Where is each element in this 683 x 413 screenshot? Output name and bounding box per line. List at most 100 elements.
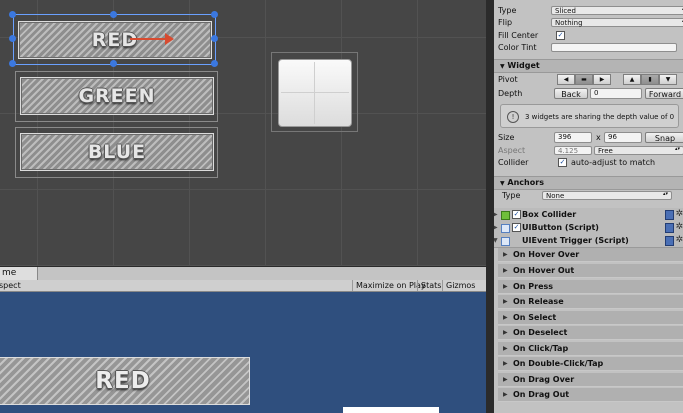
depth-info-text: 3 widgets are sharing the depth value of…	[525, 113, 675, 121]
snap-button[interactable]: Snap	[645, 132, 683, 143]
box-collider-enabled-checkbox[interactable]: ✓	[512, 210, 521, 219]
anchors-section-header[interactable]: ▼ Anchors	[494, 176, 683, 190]
resize-handle-tl[interactable]	[9, 11, 16, 18]
event-on-press[interactable]: ▶ On Press	[498, 280, 683, 294]
scene-blue-button-label: BLUE	[87, 141, 147, 163]
resize-handle-tc[interactable]	[110, 11, 117, 18]
flip-label: Flip	[498, 18, 513, 27]
sprite-type-dropdown[interactable]: Sliced	[551, 6, 683, 15]
event-label: On Drag Over	[513, 375, 575, 384]
flip-dropdown[interactable]: Nothing	[551, 18, 683, 27]
gear-icon[interactable]: ✲	[675, 234, 683, 247]
event-on-release[interactable]: ▶ On Release	[498, 295, 683, 309]
stats-toggle[interactable]: Stats	[417, 280, 444, 291]
collider-label: Collider	[498, 158, 529, 167]
component-box-collider[interactable]: ▶ ✓ Box Collider ✲	[494, 208, 683, 222]
help-book-icon[interactable]	[665, 223, 674, 233]
depth-forward-button[interactable]: Forward	[645, 88, 683, 99]
gear-icon[interactable]: ✲	[675, 208, 683, 221]
game-tab-bar: me	[0, 266, 486, 281]
event-label: On Deselect	[513, 328, 568, 337]
selection-rect	[13, 14, 216, 65]
depth-back-button[interactable]: Back	[554, 88, 588, 99]
expand-icon[interactable]: ▶	[494, 221, 498, 234]
size-x-label: x	[596, 133, 601, 142]
pivot-right-button[interactable]: ▶	[593, 74, 611, 85]
depth-field[interactable]: 0	[590, 88, 642, 99]
resize-handle-bl[interactable]	[9, 60, 16, 67]
event-on-double-click-tap[interactable]: ▶ On Double-Click/Tap	[498, 357, 683, 371]
component-uievent-trigger[interactable]: ▼ UIEvent Trigger (Script) ✲	[494, 234, 683, 248]
game-red-button[interactable]: RED	[0, 357, 250, 405]
resize-handle-tr[interactable]	[211, 11, 218, 18]
event-on-drag-out[interactable]: ▶ On Drag Out	[498, 388, 683, 402]
event-on-deselect[interactable]: ▶ On Deselect	[498, 326, 683, 340]
aspect-label: Aspect	[498, 146, 526, 155]
event-label: On Hover Out	[513, 266, 575, 275]
event-on-hover-over[interactable]: ▶ On Hover Over	[498, 248, 683, 262]
component-name: UIButton (Script)	[522, 223, 599, 232]
pivot-top-button[interactable]: ▲	[623, 74, 641, 85]
size-label: Size	[498, 133, 515, 142]
scene-blue-button[interactable]: BLUE	[20, 133, 214, 171]
anchors-collapse-icon: ▼	[500, 180, 505, 187]
type-label: Type	[498, 6, 517, 15]
expand-icon: ▶	[503, 314, 508, 321]
event-label: On Drag Out	[513, 390, 570, 399]
size-height-field[interactable]: 96	[604, 132, 642, 143]
game-toolbar: spect Maximize on Play Stats Gizmos	[0, 280, 486, 292]
pivot-bottom-button[interactable]: ▼	[659, 74, 677, 85]
component-uibutton[interactable]: ▶ ✓ UIButton (Script) ✲	[494, 221, 683, 235]
expand-icon: ▶	[503, 267, 508, 274]
inspector-panel: Type Sliced Flip Nothing Fill Center ✓ C…	[494, 0, 683, 413]
event-label: On Hover Over	[513, 250, 580, 259]
aspect-field: 4.125	[554, 146, 592, 155]
resize-handle-br[interactable]	[211, 60, 218, 67]
pivot-center-button[interactable]: ▬	[575, 74, 593, 85]
event-label: On Release	[513, 297, 564, 306]
widget-section-header[interactable]: ▼ Widget	[494, 59, 683, 73]
resize-handle-mr[interactable]	[211, 35, 218, 42]
collapse-icon[interactable]: ▼	[494, 234, 498, 247]
aspect-mode-dropdown[interactable]: Free	[594, 146, 683, 155]
help-book-icon[interactable]	[665, 210, 674, 220]
pivot-left-button[interactable]: ◀	[557, 74, 575, 85]
sliced-sprite-preview[interactable]	[278, 59, 352, 127]
gear-icon[interactable]: ✲	[675, 221, 683, 234]
move-arrow-icon[interactable]	[130, 33, 174, 45]
expand-icon: ▶	[503, 283, 508, 290]
component-name: UIEvent Trigger (Script)	[522, 236, 629, 245]
fill-center-checkbox[interactable]: ✓	[556, 31, 565, 40]
pivot-middle-button[interactable]: ▮	[641, 74, 659, 85]
event-on-click-tap[interactable]: ▶ On Click/Tap	[498, 342, 683, 356]
expand-icon: ▶	[503, 345, 508, 352]
size-width-field[interactable]: 396	[554, 132, 592, 143]
panel-divider[interactable]	[486, 0, 494, 413]
help-book-icon[interactable]	[665, 236, 674, 246]
component-name: Box Collider	[522, 210, 577, 219]
event-label: On Select	[513, 313, 557, 322]
collider-checkbox[interactable]: ✓	[558, 158, 567, 167]
expand-icon[interactable]: ▶	[494, 208, 498, 221]
tab-game[interactable]: me	[0, 267, 38, 280]
script-icon	[501, 237, 510, 246]
scene-view[interactable]: RED GREEN BLUE	[0, 0, 486, 266]
resize-handle-ml[interactable]	[9, 35, 16, 42]
event-on-select[interactable]: ▶ On Select	[498, 311, 683, 325]
event-on-hover-out[interactable]: ▶ On Hover Out	[498, 264, 683, 278]
expand-icon: ▶	[503, 298, 508, 305]
color-tint-swatch[interactable]	[551, 43, 677, 52]
event-label: On Double-Click/Tap	[513, 359, 604, 368]
gizmos-dropdown[interactable]: Gizmos	[442, 280, 478, 291]
uibutton-enabled-checkbox[interactable]: ✓	[512, 223, 521, 232]
aspect-dropdown[interactable]: spect	[0, 280, 78, 291]
event-on-drag-over[interactable]: ▶ On Drag Over	[498, 373, 683, 387]
game-view[interactable]: RED	[0, 292, 486, 413]
scene-green-button[interactable]: GREEN	[20, 77, 214, 115]
anchors-header-label: Anchors	[507, 178, 544, 187]
anchors-type-dropdown[interactable]: None	[542, 191, 672, 200]
resize-handle-bc[interactable]	[110, 60, 117, 67]
scene-green-button-label: GREEN	[78, 85, 156, 107]
widget-header-label: Widget	[507, 61, 540, 70]
pivot-label: Pivot	[498, 75, 518, 84]
